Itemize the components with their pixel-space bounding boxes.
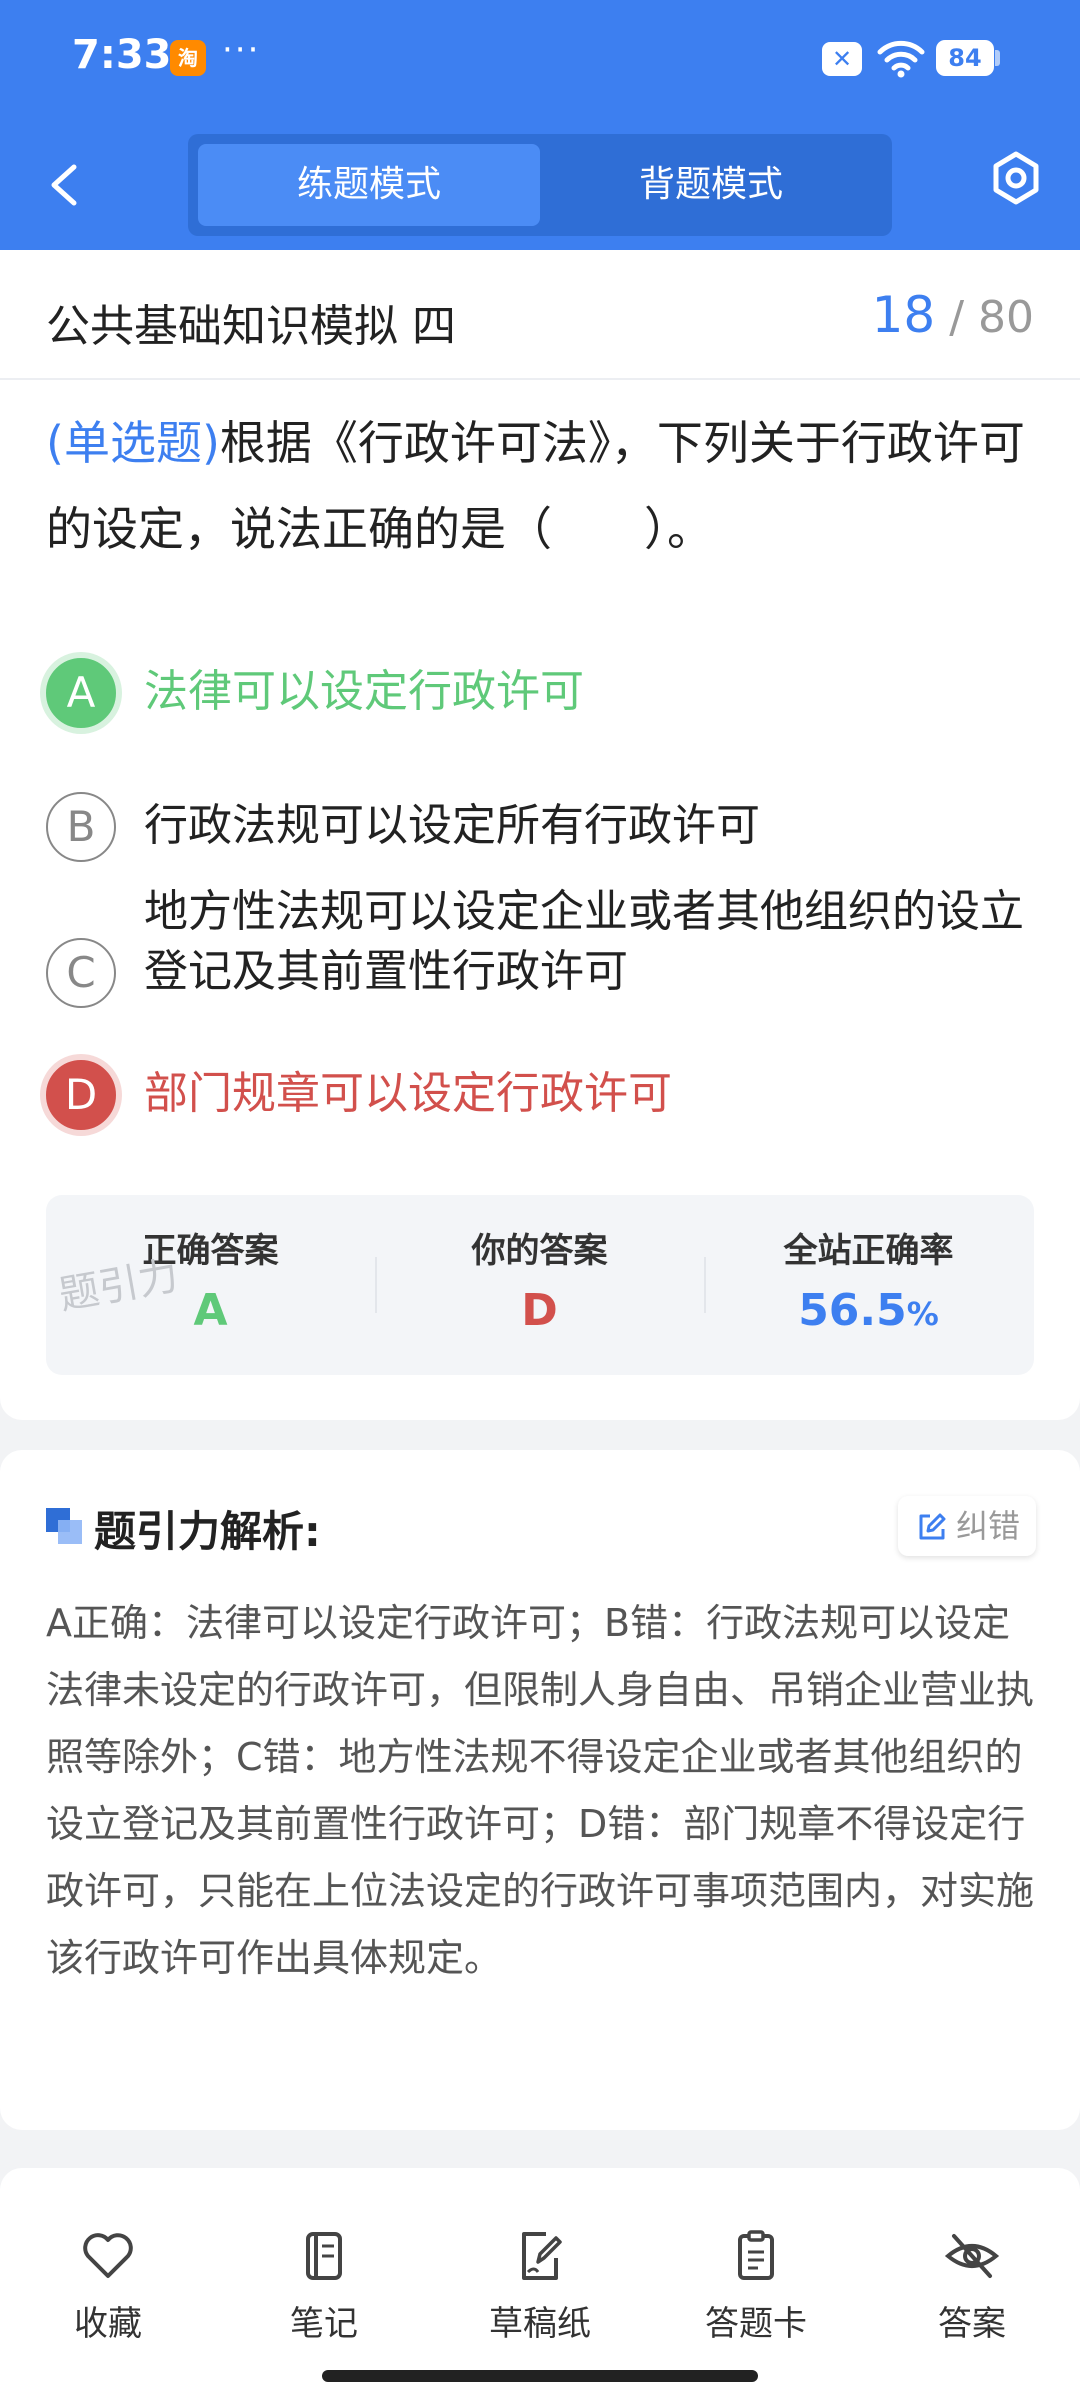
eye-off-icon xyxy=(944,2234,1000,2278)
notes-button[interactable]: 笔记 xyxy=(244,2228,404,2348)
option-c-marker: C xyxy=(46,938,116,1008)
battery-tip xyxy=(995,50,1000,66)
option-b[interactable]: B 行政法规可以设定所有行政许可 xyxy=(46,792,1036,862)
app-header: 7:33 淘 ··· ✕ 84 练题模式 背题模式 xyxy=(0,0,1080,250)
answer-sheet-label: 答题卡 xyxy=(705,2304,807,2344)
favorite-label: 收藏 xyxy=(74,2304,142,2344)
answer-summary: 正确答案 A 题引力 你的答案 D 全站正确率 56.5% xyxy=(46,1195,1034,1375)
accuracy-label: 全站正确率 xyxy=(783,1231,954,1271)
notes-label: 笔记 xyxy=(290,2304,358,2344)
option-b-text: 行政法规可以设定所有行政许可 xyxy=(144,800,760,851)
status-bar: 7:33 淘 ··· ✕ 84 xyxy=(0,0,1080,120)
draft-icon xyxy=(522,2232,562,2280)
show-answer-button[interactable]: 答案 xyxy=(892,2228,1052,2348)
show-answer-label: 答案 xyxy=(938,2304,1006,2344)
option-a[interactable]: A 法律可以设定行政许可 xyxy=(46,658,1036,728)
your-answer-value: D xyxy=(521,1285,558,1336)
tab-memorize-mode[interactable]: 背题模式 xyxy=(540,144,882,226)
wifi-icon xyxy=(877,40,925,78)
notebook-icon xyxy=(306,2232,342,2280)
option-d[interactable]: D 部门规章可以设定行政许可 xyxy=(46,1060,1036,1130)
option-b-marker: B xyxy=(46,792,116,862)
edit-icon xyxy=(919,1513,946,1540)
draft-paper-button[interactable]: 草稿纸 xyxy=(460,2228,620,2348)
option-c-text: 地方性法规可以设定企业或者其他组织的设立登记及其前置性行政许可 xyxy=(144,886,1024,997)
accuracy-col: 全站正确率 56.5% xyxy=(704,1195,1033,1375)
question-type: (单选题) xyxy=(46,416,220,470)
analysis-text: A正确：法律可以设定行政许可；B错：行政法规可以设定法律未设定的行政许可，但限制… xyxy=(46,1601,1035,1980)
question-progress: 18 / 80 xyxy=(872,286,1034,344)
divider xyxy=(0,378,1080,380)
favorite-button[interactable]: 收藏 xyxy=(28,2228,188,2348)
accuracy-value: 56.5% xyxy=(704,1285,1033,1336)
tab-practice-mode[interactable]: 练题模式 xyxy=(198,144,540,226)
accuracy-unit: % xyxy=(906,1295,939,1333)
status-time: 7:33 xyxy=(72,32,172,78)
report-error-button[interactable]: 纠错 xyxy=(898,1496,1036,1556)
bottom-toolbar: 收藏 笔记 草稿纸 答题卡 答案 xyxy=(0,2168,1080,2400)
settings-icon[interactable] xyxy=(988,150,1044,206)
current-question-number: 18 xyxy=(871,286,936,344)
battery-level: 84 xyxy=(936,40,994,76)
analysis-card: 题引力解析: 纠错 A正确：法律可以设定行政许可；B错：行政法规可以设定法律未设… xyxy=(0,1450,1080,2130)
accuracy-number: 56.5 xyxy=(798,1285,907,1336)
answer-sheet-icon xyxy=(738,2230,774,2280)
answer-sheet-button[interactable]: 答题卡 xyxy=(676,2228,836,2348)
home-indicator[interactable] xyxy=(322,2370,758,2382)
no-sim-icon: ✕ xyxy=(822,42,862,76)
more-notifications-icon: ··· xyxy=(222,30,261,70)
heart-icon xyxy=(83,2233,133,2278)
mode-switch: 练题模式 背题模式 xyxy=(188,134,892,236)
report-error-label: 纠错 xyxy=(956,1507,1021,1545)
option-a-marker: A xyxy=(46,658,116,728)
analysis-title: 题引力解析: xyxy=(94,1507,321,1556)
your-answer-col: 你的答案 D xyxy=(375,1195,704,1375)
option-d-marker: D xyxy=(46,1060,116,1130)
taobao-notification-icon: 淘 xyxy=(170,40,206,76)
question-text: (单选题)根据《行政许可法》，下列关于行政许可的设定，说法正确的是（ ）。 xyxy=(46,400,1036,572)
draft-paper-label: 草稿纸 xyxy=(489,2304,591,2344)
total-questions: / 80 xyxy=(949,292,1034,343)
option-c[interactable]: C 地方性法规可以设定企业或者其他组织的设立登记及其前置性行政许可 xyxy=(46,882,1036,1012)
analysis-icon xyxy=(46,1508,82,1544)
question-card: 公共基础知识模拟 四 18 / 80 (单选题)根据《行政许可法》，下列关于行政… xyxy=(0,250,1080,1420)
exam-title: 公共基础知识模拟 四 xyxy=(46,301,456,352)
option-d-text: 部门规章可以设定行政许可 xyxy=(144,1068,672,1119)
option-a-text: 法律可以设定行政许可 xyxy=(144,666,584,717)
your-answer-label: 你的答案 xyxy=(471,1231,608,1271)
back-arrow-icon[interactable] xyxy=(40,155,90,215)
